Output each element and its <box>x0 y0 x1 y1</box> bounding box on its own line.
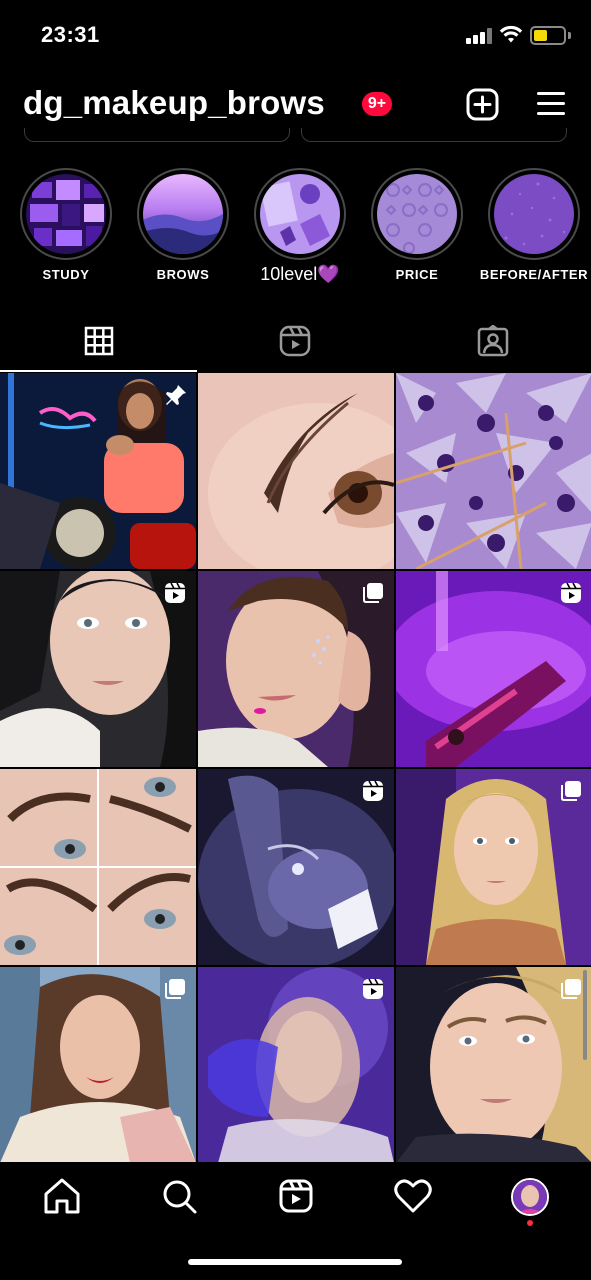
highlight-before-after[interactable]: BEFORE/AFTER <box>479 168 589 282</box>
grid-icon <box>84 326 114 356</box>
post-image <box>396 373 591 569</box>
reels-icon <box>561 582 581 603</box>
reels-icon <box>363 978 383 999</box>
profile-avatar[interactable] <box>511 1178 549 1216</box>
post-tile[interactable] <box>0 571 196 767</box>
heart-icon[interactable] <box>391 1176 435 1216</box>
post-tile[interactable] <box>198 769 394 965</box>
post-tile[interactable] <box>396 373 591 569</box>
bottom-navigation <box>0 1162 591 1280</box>
carousel-icon <box>165 979 185 999</box>
post-tile[interactable] <box>0 769 196 965</box>
highlight-10level-image <box>260 174 340 254</box>
post-tile[interactable] <box>198 967 394 1163</box>
post-tile[interactable] <box>396 967 591 1163</box>
highlight-label: 10level💜 <box>260 264 340 284</box>
post-tile[interactable] <box>396 571 591 767</box>
highlight-label: STUDY <box>42 267 90 282</box>
tagged-person-icon <box>477 325 509 357</box>
scrollbar[interactable] <box>583 970 587 1060</box>
status-bar: 23:31 <box>0 0 591 70</box>
reels-icon <box>363 780 383 801</box>
cellular-signal-icon <box>466 28 492 44</box>
posts-grid <box>0 373 591 1163</box>
post-tile[interactable] <box>198 373 394 569</box>
post-image <box>0 769 196 965</box>
hamburger-menu-icon[interactable] <box>535 90 567 118</box>
highlight-study[interactable]: STUDY <box>11 168 121 282</box>
highlight-price[interactable]: PRICE <box>362 168 472 282</box>
post-image <box>198 373 394 569</box>
home-indicator[interactable] <box>188 1259 402 1265</box>
post-tile[interactable] <box>0 967 196 1163</box>
profile-username[interactable]: dg_makeup_brows <box>23 84 325 122</box>
search-icon[interactable] <box>157 1176 201 1216</box>
highlight-before-after-image <box>494 174 574 254</box>
carousel-icon <box>561 979 581 999</box>
notification-badge[interactable]: 9+ <box>362 92 392 116</box>
post-tile[interactable] <box>198 571 394 767</box>
highlight-brows-image <box>143 174 223 254</box>
highlight-label: BROWS <box>156 267 210 282</box>
avatar-image <box>513 1180 547 1214</box>
status-time: 23:31 <box>41 22 100 47</box>
notification-dot <box>527 1220 533 1226</box>
battery-icon <box>530 26 566 45</box>
reels-icon[interactable] <box>274 1176 318 1216</box>
home-icon[interactable] <box>40 1176 84 1216</box>
active-tab-indicator <box>0 370 197 372</box>
highlight-study-image <box>26 174 106 254</box>
pin-icon <box>166 385 186 405</box>
profile-header: dg_makeup_brows 9+ <box>0 80 591 130</box>
edit-profile-button[interactable] <box>24 128 290 142</box>
tab-tagged[interactable] <box>394 310 591 372</box>
carousel-icon <box>561 781 581 801</box>
post-tile[interactable] <box>396 769 591 965</box>
highlight-label: BEFORE/AFTER <box>479 267 589 282</box>
share-profile-button[interactable] <box>301 128 567 142</box>
post-tile[interactable] <box>0 373 196 569</box>
reels-icon <box>165 582 185 603</box>
add-square-icon[interactable] <box>466 88 499 121</box>
story-highlights: STUDY BROWS 10level💜 PRICE BEFORE/AFTER <box>0 168 591 298</box>
highlight-10level[interactable]: 10level💜 <box>245 168 355 285</box>
wifi-icon <box>499 25 523 43</box>
highlight-brows[interactable]: BROWS <box>128 168 238 282</box>
profile-tabs <box>0 310 591 372</box>
tab-reels[interactable] <box>197 310 394 372</box>
highlight-label: PRICE <box>395 267 439 282</box>
tab-posts-grid[interactable] <box>0 310 197 372</box>
highlight-price-image <box>377 174 457 254</box>
carousel-icon <box>363 583 383 603</box>
reels-icon <box>279 325 311 357</box>
